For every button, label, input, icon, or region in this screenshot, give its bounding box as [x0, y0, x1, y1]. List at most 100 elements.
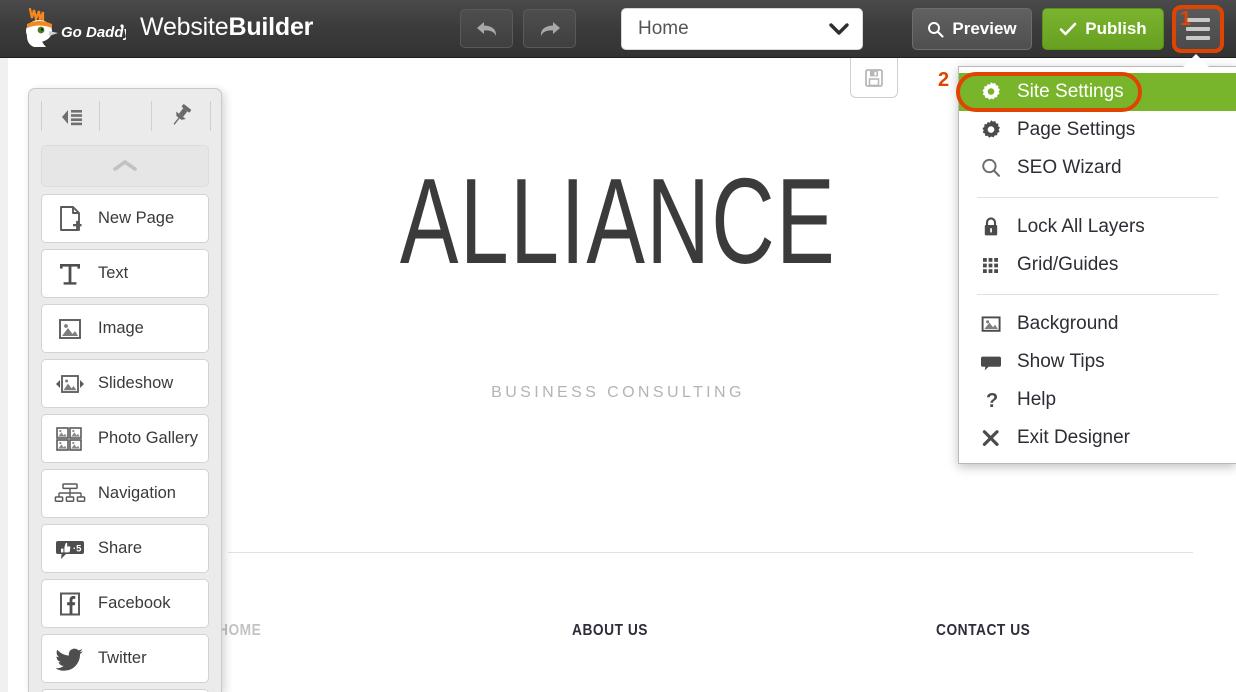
divider: [151, 101, 152, 131]
collapse-panel-button[interactable]: [59, 105, 85, 129]
menu-item-label: Exit Designer: [1017, 427, 1130, 448]
menu-item-label: Help: [1017, 389, 1057, 410]
collapse-panel-icon: [59, 106, 85, 128]
sidebar-item-label: New Page: [98, 209, 175, 227]
site-nav-contact-us[interactable]: CONTACT US: [936, 622, 1030, 640]
scroll-up-button[interactable]: [41, 145, 209, 187]
brand-bold: Builder: [228, 13, 314, 41]
menu-divider: [977, 294, 1218, 295]
pin-icon: [169, 103, 195, 129]
redo-arrow-icon: [537, 18, 563, 40]
canvas-left-strip: [0, 58, 8, 692]
sidebar-item-label: Share: [98, 539, 143, 557]
menu-item-label: Background: [1017, 313, 1119, 334]
sidebar-item-new-page[interactable]: New Page: [41, 194, 209, 243]
menu-pointer-arrow: [1183, 54, 1209, 67]
sidebar-item-twitter[interactable]: Twitter: [41, 634, 209, 683]
gear-icon: [979, 80, 1017, 104]
undo-button[interactable]: [460, 9, 513, 48]
sidebar-item-label: Facebook: [98, 594, 171, 612]
svg-text:Go Daddy: Go Daddy: [61, 24, 126, 41]
menu-item-help[interactable]: ? Help: [959, 381, 1236, 419]
site-nav-about-us[interactable]: ABOUT US: [572, 622, 648, 640]
hamburger-bar: [1186, 18, 1210, 22]
sidebar-item-label: Photo Gallery: [98, 429, 198, 447]
sidebar-item-label: Navigation: [98, 484, 176, 502]
sidebar-item-label: Text: [98, 264, 129, 282]
svg-text:?: ?: [986, 390, 998, 412]
site-nav-home[interactable]: HOME: [218, 622, 261, 640]
save-floppy-icon: [863, 67, 885, 89]
facebook-icon: [42, 590, 98, 618]
close-x-icon: [979, 426, 1017, 450]
menu-item-label: Site Settings: [1017, 81, 1124, 102]
undo-arrow-icon: [474, 18, 500, 40]
sidebar-item-navigation[interactable]: Navigation: [41, 469, 209, 518]
svg-text:·5: ·5: [73, 543, 82, 554]
sidebar-item-photo-gallery[interactable]: Photo Gallery: [41, 414, 209, 463]
sidebar-item-slideshow[interactable]: Slideshow: [41, 359, 209, 408]
text-icon: [42, 259, 98, 289]
navigation-icon: [42, 480, 98, 508]
main-menu-dropdown: Site Settings Page Settings SEO Wizard L…: [958, 66, 1236, 464]
image-icon: [42, 315, 98, 343]
app-header: Go Daddy WebsiteBuilder Home Preview Pub…: [0, 0, 1236, 58]
sidebar-item-image[interactable]: Image: [41, 304, 209, 353]
grid-icon: [979, 253, 1017, 277]
sidebar-item-label: Slideshow: [98, 374, 174, 392]
check-icon: [1059, 22, 1077, 37]
publish-button[interactable]: Publish: [1042, 8, 1164, 50]
page-select-value: Home: [638, 18, 689, 39]
divider: [41, 101, 42, 131]
share-icon: ·5: [42, 535, 98, 563]
menu-divider: [977, 197, 1218, 198]
menu-item-label: Page Settings: [1017, 119, 1136, 140]
canvas-divider: [228, 552, 1193, 553]
gear-icon: [979, 118, 1017, 142]
hamburger-bar: [1186, 27, 1210, 31]
image-icon: [979, 312, 1017, 336]
slideshow-icon: [42, 370, 98, 398]
save-button[interactable]: [850, 58, 898, 98]
page-select[interactable]: Home: [621, 8, 863, 50]
new-page-icon: [42, 204, 98, 234]
lock-icon: [979, 215, 1017, 239]
redo-button[interactable]: [523, 9, 576, 48]
menu-item-label: SEO Wizard: [1017, 157, 1122, 178]
divider: [210, 101, 211, 131]
search-icon: [979, 156, 1017, 180]
search-icon: [927, 21, 944, 38]
menu-item-label: Show Tips: [1017, 351, 1105, 372]
menu-item-show-tips[interactable]: Show Tips: [959, 343, 1236, 381]
menu-item-site-settings[interactable]: Site Settings: [959, 73, 1236, 111]
pin-panel-button[interactable]: [169, 103, 195, 129]
preview-button[interactable]: Preview: [912, 8, 1032, 50]
app-title: WebsiteBuilder: [140, 13, 313, 42]
chevron-up-icon: [110, 158, 140, 174]
chevron-down-icon: [828, 22, 850, 36]
twitter-icon: [42, 645, 98, 673]
hamburger-bar: [1186, 36, 1210, 40]
question-mark-icon: ?: [979, 388, 1017, 412]
menu-item-label: Grid/Guides: [1017, 254, 1119, 275]
menu-item-background[interactable]: Background: [959, 305, 1236, 343]
sidebar-item-share[interactable]: ·5 Share: [41, 524, 209, 573]
godaddy-logo: Go Daddy: [14, 6, 126, 52]
menu-item-exit-designer[interactable]: Exit Designer: [959, 419, 1236, 457]
sidebar-item-label: Twitter: [98, 649, 147, 667]
sidebar-item-facebook[interactable]: Facebook: [41, 579, 209, 628]
brand-thin: Website: [140, 13, 229, 41]
menu-item-page-settings[interactable]: Page Settings: [959, 111, 1236, 149]
preview-label: Preview: [952, 19, 1017, 38]
hero-title: ALLIANCE: [399, 153, 837, 289]
menu-item-grid-guides[interactable]: Grid/Guides: [959, 246, 1236, 284]
menu-item-seo-wizard[interactable]: SEO Wizard: [959, 149, 1236, 187]
divider: [99, 101, 100, 131]
photo-gallery-icon: [42, 424, 98, 454]
speech-bubble-icon: [979, 350, 1017, 374]
sidebar-item-text[interactable]: Text: [41, 249, 209, 298]
menu-item-label: Lock All Layers: [1017, 216, 1145, 237]
menu-item-lock-all-layers[interactable]: Lock All Layers: [959, 208, 1236, 246]
publish-label: Publish: [1085, 19, 1147, 38]
main-menu-button[interactable]: [1175, 8, 1221, 50]
